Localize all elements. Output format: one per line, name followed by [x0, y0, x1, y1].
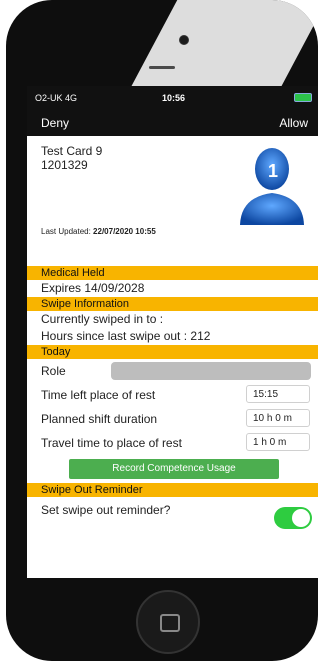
medical-header: Medical Held: [27, 266, 318, 280]
travel-row: Travel time to place of rest 1 h 0 m: [27, 431, 318, 455]
today-header: Today: [27, 345, 318, 359]
clock: 10:56: [162, 93, 186, 103]
status-bar: O2-UK 4G 10:56: [27, 86, 318, 108]
medical-expires: Expires 14/09/2028: [41, 281, 145, 295]
swipe-current: Currently swiped in to :: [41, 312, 164, 326]
time-left-row: Time left place of rest 15:15: [27, 383, 318, 407]
speaker-grille: [149, 66, 175, 69]
screen: O2-UK 4G 10:56 Deny Allow Test Card 9 12…: [27, 86, 318, 578]
deny-button[interactable]: Deny: [41, 116, 69, 130]
home-button-icon: [160, 614, 180, 632]
reminder-header: Swipe Out Reminder: [27, 483, 318, 497]
toggle-knob: [292, 509, 310, 527]
home-button[interactable]: [136, 590, 200, 654]
role-field[interactable]: [111, 362, 311, 380]
avatar-badge: 1: [268, 161, 278, 181]
reminder-label: Set swipe out reminder?: [41, 503, 171, 517]
swipe-hours: Hours since last swipe out : 212: [41, 329, 211, 343]
allow-button[interactable]: Allow: [279, 116, 308, 130]
swipe-header: Swipe Information: [27, 297, 318, 311]
nav-bar: Deny Allow: [27, 108, 318, 136]
avatar-icon: 1: [240, 148, 304, 225]
role-label: Role: [41, 364, 66, 378]
card-name: Test Card 9: [41, 144, 103, 158]
carrier-label: O2-UK 4G: [35, 93, 78, 103]
planned-row: Planned shift duration 10 h 0 m: [27, 407, 318, 431]
travel-label: Travel time to place of rest: [41, 436, 182, 450]
reminder-row: Set swipe out reminder?: [27, 497, 318, 529]
battery-icon: [294, 93, 312, 102]
card-number: 1201329: [41, 158, 88, 172]
planned-field[interactable]: 10 h 0 m: [246, 409, 310, 427]
reminder-toggle[interactable]: [274, 507, 312, 529]
time-left-field[interactable]: 15:15: [246, 385, 310, 403]
last-updated: Last Updated: 22/07/2020 10:55: [41, 227, 156, 236]
front-camera: [179, 35, 189, 45]
time-left-label: Time left place of rest: [41, 388, 156, 402]
record-competence-button[interactable]: Record Competence Usage: [69, 459, 279, 479]
planned-label: Planned shift duration: [41, 412, 158, 426]
phone-shine: [124, 0, 318, 100]
last-updated-value: 22/07/2020 10:55: [93, 227, 156, 236]
role-row: Role: [27, 359, 318, 383]
card-header: Test Card 9 1201329 Last Updated: 22/07/…: [27, 136, 318, 266]
travel-field[interactable]: 1 h 0 m: [246, 433, 310, 451]
last-updated-label: Last Updated:: [41, 227, 91, 236]
